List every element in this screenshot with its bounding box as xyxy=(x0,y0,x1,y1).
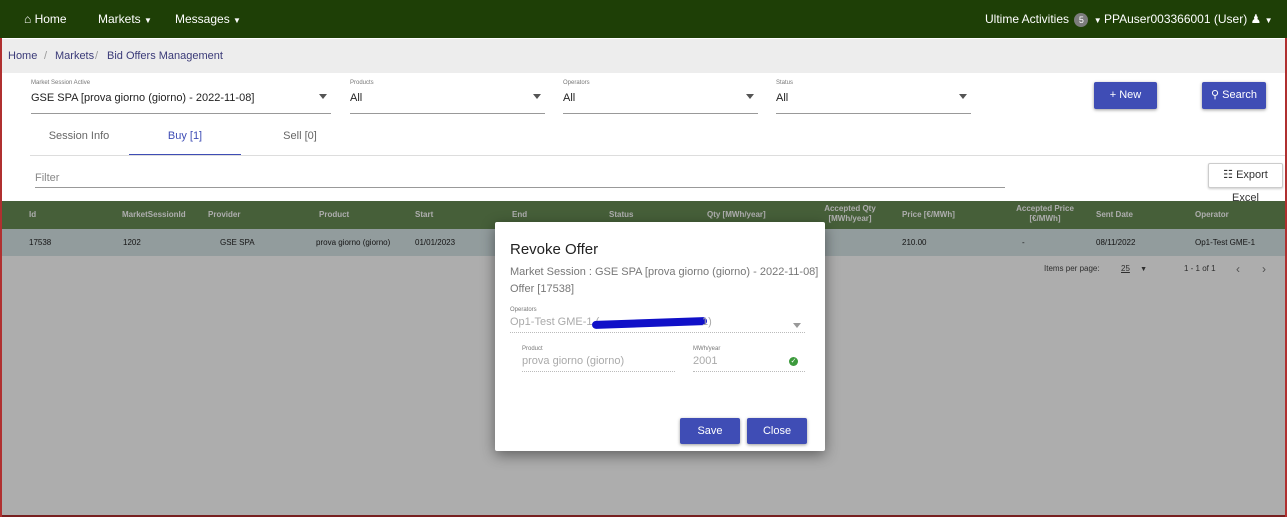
file-excel-icon: ☷ xyxy=(1223,169,1233,181)
home-icon: ⌂ xyxy=(24,12,32,26)
revoke-offer-dialog: Revoke Offer Market Session : GSE SPA [p… xyxy=(495,222,825,451)
caret-down-icon: ▼ xyxy=(144,16,152,25)
check-circle-icon: ✓ xyxy=(789,357,798,366)
export-excel-button[interactable]: ☷ Export Excel xyxy=(1208,163,1283,204)
breadcrumb-separator: / xyxy=(44,50,48,62)
operators-field-label: Operators xyxy=(510,307,537,313)
operators-value: All xyxy=(563,92,576,104)
operators-field-value-end: 1) xyxy=(702,316,712,328)
tab-sell[interactable]: Sell [0] xyxy=(245,130,355,156)
status-value: All xyxy=(776,92,789,104)
top-navbar: ⌂ Home Markets ▼ Messages ▼ Ultime Activ… xyxy=(0,0,1287,38)
product-field-label: Product xyxy=(522,346,543,352)
mwh-field-value[interactable]: 2001 xyxy=(693,355,717,367)
operators-label: Operators xyxy=(563,80,590,86)
breadcrumb: Home / Markets / Bid Offers Management xyxy=(2,39,1285,73)
tabs-divider xyxy=(30,155,1285,156)
activities-count-badge: 5 xyxy=(1074,13,1089,27)
breadcrumb-separator: / xyxy=(95,50,99,62)
products-value: All xyxy=(350,92,363,104)
nav-user-label: PPAuser003366001 (User) xyxy=(1104,12,1248,26)
product-field-value: prova giorno (giorno) xyxy=(522,355,625,367)
breadcrumb-home[interactable]: Home xyxy=(8,39,37,73)
dropdown-arrow-icon xyxy=(533,94,541,99)
caret-down-icon: ▼ xyxy=(1264,16,1273,25)
tab-session-info[interactable]: Session Info xyxy=(31,130,127,156)
products-select[interactable]: Products All xyxy=(350,80,545,114)
market-session-select[interactable]: Market Session Active GSE SPA [prova gio… xyxy=(31,80,331,114)
nav-markets-menu[interactable]: Markets ▼ xyxy=(98,0,152,38)
search-button-label: Search xyxy=(1222,89,1257,101)
filter-input[interactable]: Filter xyxy=(35,168,1005,188)
caret-down-icon: ▼ xyxy=(1093,16,1102,25)
nav-activities-menu[interactable]: Ultime Activities 5 ▼ xyxy=(985,0,1102,38)
dropdown-arrow-icon xyxy=(959,94,967,99)
dropdown-arrow-icon xyxy=(746,94,754,99)
operators-select[interactable]: Operators All xyxy=(563,80,758,114)
dropdown-arrow-icon xyxy=(319,94,327,99)
caret-down-icon: ▼ xyxy=(233,16,241,25)
breadcrumb-markets[interactable]: Markets xyxy=(55,39,94,73)
search-button[interactable]: ⚲ Search xyxy=(1202,82,1266,109)
nav-user-menu[interactable]: PPAuser003366001 (User) ♟ ▼ xyxy=(1104,0,1273,38)
search-icon: ⚲ xyxy=(1211,89,1220,101)
mwh-field-label: MWh/year xyxy=(693,346,721,352)
mwh-field-underline xyxy=(693,371,805,372)
filter-placeholder: Filter xyxy=(35,172,60,184)
breadcrumb-current: Bid Offers Management xyxy=(107,50,223,62)
operators-field-value-start: Op1-Test GME-1 ( xyxy=(510,316,600,328)
nav-home-label: Home xyxy=(34,12,67,26)
nav-markets-label: Markets xyxy=(98,12,141,26)
tab-buy[interactable]: Buy [1] xyxy=(129,130,241,156)
new-button[interactable]: + New xyxy=(1094,82,1157,109)
status-select[interactable]: Status All xyxy=(776,80,971,114)
product-field-underline xyxy=(522,371,675,372)
dialog-market-session: Market Session : GSE SPA [prova giorno (… xyxy=(510,266,819,278)
nav-messages-menu[interactable]: Messages ▼ xyxy=(175,0,241,38)
user-icon: ♟ xyxy=(1250,12,1262,26)
nav-home[interactable]: ⌂ Home xyxy=(24,0,67,38)
dialog-title: Revoke Offer xyxy=(510,241,599,258)
dropdown-arrow-icon xyxy=(793,323,801,328)
redaction-mark xyxy=(591,316,708,330)
market-session-value: GSE SPA [prova giorno (giorno) - 2022-11… xyxy=(31,92,255,104)
market-session-label: Market Session Active xyxy=(31,80,91,86)
status-label: Status xyxy=(776,80,794,86)
dialog-offer-id: Offer [17538] xyxy=(510,283,575,295)
products-label: Products xyxy=(350,80,374,86)
close-button[interactable]: Close xyxy=(747,418,807,444)
save-button[interactable]: Save xyxy=(680,418,740,444)
nav-messages-label: Messages xyxy=(175,12,230,26)
nav-activities-label: Ultime Activities xyxy=(985,12,1070,26)
operators-field[interactable]: Op1-Test GME-1 ( 1) xyxy=(510,315,805,333)
